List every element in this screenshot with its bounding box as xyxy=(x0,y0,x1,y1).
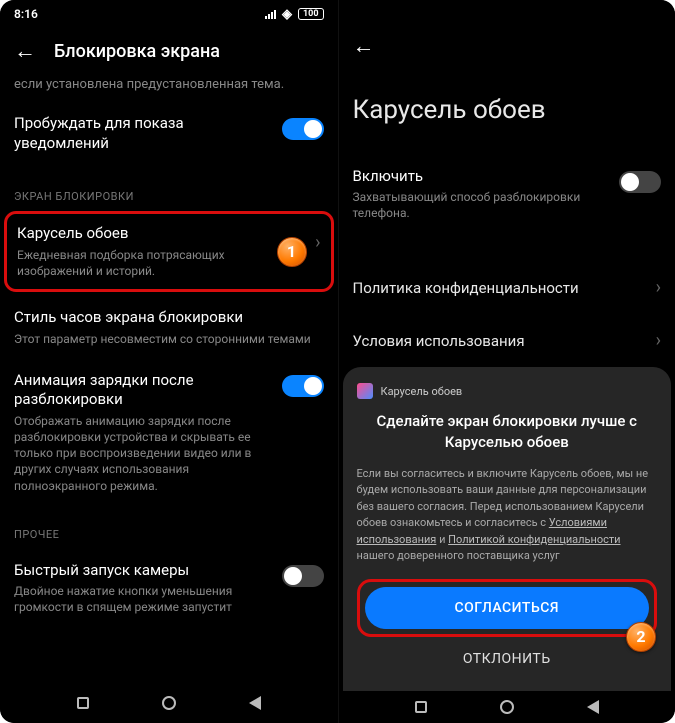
charging-animation-row[interactable]: Анимация зарядки после разблокировки Ото… xyxy=(14,359,324,506)
header-right: ← xyxy=(339,23,675,71)
carousel-app-icon xyxy=(357,383,373,399)
carousel-subtitle: Ежедневная подборка потрясающих изображе… xyxy=(17,247,303,279)
status-right: ◈ 100 xyxy=(265,7,324,22)
content-area: если установлена предустановленная тема.… xyxy=(0,76,338,683)
charging-title: Анимация зарядки после разблокировки xyxy=(14,371,270,410)
phone-screen-left: 8:16 ◈ 100 ← Блокировка экрана если уста… xyxy=(0,0,338,723)
right-content: Включить Захватывающий способ разблокиро… xyxy=(339,153,675,691)
decline-button[interactable]: ОТКЛОНИТЬ xyxy=(357,637,658,681)
carousel-row[interactable]: Карусель обоев Ежедневная подборка потря… xyxy=(17,222,321,281)
section-other: ПРОЧЕЕ xyxy=(14,528,324,541)
clock-title: Стиль часов экрана блокировки xyxy=(14,308,324,328)
status-bar: 8:16 ◈ 100 xyxy=(0,0,338,28)
section-lockscreen: ЭКРАН БЛОКИРОВКИ xyxy=(14,190,324,203)
nav-bar-right xyxy=(339,691,675,723)
annotation-badge-2: 2 xyxy=(626,622,656,652)
camera-launch-row[interactable]: Быстрый запуск камеры Двойное нажатие кн… xyxy=(14,549,324,628)
annotation-badge-1: 1 xyxy=(277,237,307,267)
privacy-label: Политика конфиденциальности xyxy=(353,279,579,297)
page-title-large: Карусель обоев xyxy=(339,71,675,153)
enable-title: Включить xyxy=(353,167,620,187)
nav-back-icon[interactable] xyxy=(249,696,261,710)
wake-title: Пробуждать для показа уведомлений xyxy=(14,114,270,153)
clock-style-row[interactable]: Стиль часов экрана блокировки Этот парам… xyxy=(14,296,324,359)
wake-toggle[interactable] xyxy=(282,118,324,140)
sheet-app-name: Карусель обоев xyxy=(381,385,463,398)
chevron-right-icon: › xyxy=(656,277,661,298)
enable-subtitle: Захватывающий способ разблокировки телеф… xyxy=(353,189,620,221)
camera-subtitle: Двойное нажатие кнопки уменьшения громко… xyxy=(14,583,270,615)
consent-bottom-sheet: Карусель обоев Сделайте экран блокировки… xyxy=(343,367,672,691)
phone-screen-right: ← Карусель обоев Включить Захватывающий … xyxy=(338,0,675,723)
nav-recents-icon[interactable] xyxy=(415,701,427,713)
chevron-right-icon: › xyxy=(315,232,320,253)
header: ← Блокировка экрана xyxy=(0,28,338,76)
truncated-prev-text: если установлена предустановленная тема. xyxy=(14,76,324,94)
sheet-header: Карусель обоев xyxy=(357,383,658,399)
chevron-right-icon: › xyxy=(656,330,661,351)
enable-row[interactable]: Включить Захватывающий способ разблокиро… xyxy=(339,153,675,236)
nav-recents-icon[interactable] xyxy=(77,697,89,709)
highlight-carousel: Карусель обоев Ежедневная подборка потря… xyxy=(4,211,334,292)
charging-toggle[interactable] xyxy=(282,375,324,397)
camera-toggle[interactable] xyxy=(282,565,324,587)
signal-icon xyxy=(265,10,276,19)
highlight-agree: СОГЛАСИТЬСЯ 2 xyxy=(357,579,658,637)
back-button[interactable]: ← xyxy=(353,33,375,59)
nav-home-icon[interactable] xyxy=(500,700,514,714)
back-button[interactable]: ← xyxy=(14,38,36,64)
sheet-title: Сделайте экран блокировки лучше с Карусе… xyxy=(357,411,658,452)
battery-icon: 100 xyxy=(298,8,324,20)
nav-bar xyxy=(0,683,338,723)
page-title: Блокировка экрана xyxy=(54,41,220,62)
nav-home-icon[interactable] xyxy=(162,696,176,710)
sheet-body: Если вы согласитесь и включите Карусель … xyxy=(357,466,658,565)
terms-row[interactable]: Условия использования › xyxy=(339,314,675,367)
terms-label: Условия использования xyxy=(353,332,525,350)
agree-button[interactable]: СОГЛАСИТЬСЯ xyxy=(365,587,650,629)
privacy-link[interactable]: Политикой конфиденциальности xyxy=(448,533,620,546)
status-time: 8:16 xyxy=(14,7,38,21)
charging-subtitle: Отображать анимацию зарядки после разбло… xyxy=(14,413,270,494)
carousel-title: Карусель обоев xyxy=(17,224,303,244)
clock-subtitle: Этот параметр несовместим со сторонними … xyxy=(14,331,324,347)
enable-toggle[interactable] xyxy=(619,171,661,193)
nav-back-icon[interactable] xyxy=(587,700,599,714)
camera-title: Быстрый запуск камеры xyxy=(14,561,270,581)
wake-notifications-row[interactable]: Пробуждать для показа уведомлений xyxy=(14,102,324,168)
privacy-policy-row[interactable]: Политика конфиденциальности › xyxy=(339,261,675,314)
wifi-icon: ◈ xyxy=(282,7,292,22)
